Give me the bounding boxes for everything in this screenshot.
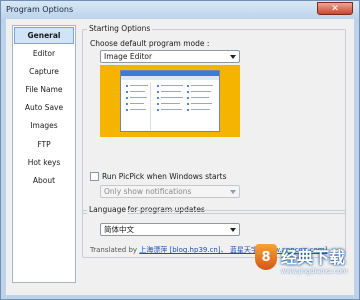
default-mode-label: Choose default program mode : bbox=[90, 39, 210, 48]
language-title: Language bbox=[87, 205, 129, 214]
sidebar-item-label: Images bbox=[30, 121, 58, 131]
close-icon: ✕ bbox=[331, 3, 339, 14]
chevron-down-icon bbox=[230, 228, 236, 232]
title-bar[interactable]: Program Options ✕ bbox=[1, 1, 359, 19]
notifications-select[interactable]: Only show notifications bbox=[100, 185, 240, 198]
chevron-down-icon bbox=[230, 190, 236, 194]
sidebar-item-auto-save[interactable]: Auto Save bbox=[13, 99, 75, 117]
watermark-badge-glyph: 8 bbox=[261, 249, 271, 265]
sidebar-item-general[interactable]: General bbox=[14, 27, 74, 44]
default-mode-select[interactable]: Image Editor bbox=[100, 50, 240, 63]
mode-preview-image bbox=[100, 65, 240, 137]
chevron-down-icon bbox=[230, 55, 236, 59]
site-watermark: 8 经典下载 www.jingdianxz.com bbox=[255, 241, 355, 297]
sidebar-item-ftp[interactable]: FTP bbox=[13, 135, 75, 153]
close-button[interactable]: ✕ bbox=[317, 2, 353, 15]
sidebar-item-label: About bbox=[32, 175, 56, 185]
sidebar-item-label: FTP bbox=[37, 139, 51, 149]
sidebar-item-capture[interactable]: Capture bbox=[13, 62, 75, 80]
translated-by-prefix: Translated by bbox=[90, 246, 140, 254]
sidebar-item-about[interactable]: About bbox=[13, 171, 75, 189]
preview-window-graphic bbox=[120, 70, 220, 132]
sidebar-item-label: Auto Save bbox=[24, 103, 64, 113]
notifications-value: Only show notifications bbox=[104, 187, 192, 196]
starting-options-group: Starting Options Choose default program … bbox=[82, 24, 346, 214]
default-mode-value: Image Editor bbox=[104, 52, 153, 61]
window-title: Program Options bbox=[6, 5, 74, 14]
program-options-window: Program Options ✕ General Editor Capture… bbox=[0, 0, 360, 300]
sidebar-item-label: General bbox=[27, 31, 61, 40]
language-value: 简体中文 bbox=[104, 225, 134, 234]
watermark-url: www.jingdianxz.com bbox=[281, 267, 348, 275]
sidebar-item-label: File Name bbox=[25, 84, 63, 94]
watermark-logo-icon: 8 bbox=[255, 244, 277, 270]
sidebar-item-editor[interactable]: Editor bbox=[13, 44, 75, 62]
run-at-startup-checkbox[interactable] bbox=[90, 172, 99, 181]
sidebar-item-hot-keys[interactable]: Hot keys bbox=[13, 153, 75, 171]
sidebar-item-label: Hot keys bbox=[27, 157, 61, 167]
options-sidebar: General Editor Capture File Name Auto Sa… bbox=[12, 25, 76, 283]
sidebar-item-file-name[interactable]: File Name bbox=[13, 80, 75, 98]
sidebar-item-label: Editor bbox=[32, 48, 56, 58]
language-select[interactable]: 简体中文 bbox=[100, 223, 240, 236]
starting-options-title: Starting Options bbox=[87, 24, 153, 33]
sidebar-item-label: Capture bbox=[29, 66, 59, 76]
sidebar-item-images[interactable]: Images bbox=[13, 117, 75, 135]
watermark-text: 经典下载 bbox=[281, 248, 346, 267]
run-at-startup-label: Run PicPick when Windows starts bbox=[102, 172, 227, 181]
